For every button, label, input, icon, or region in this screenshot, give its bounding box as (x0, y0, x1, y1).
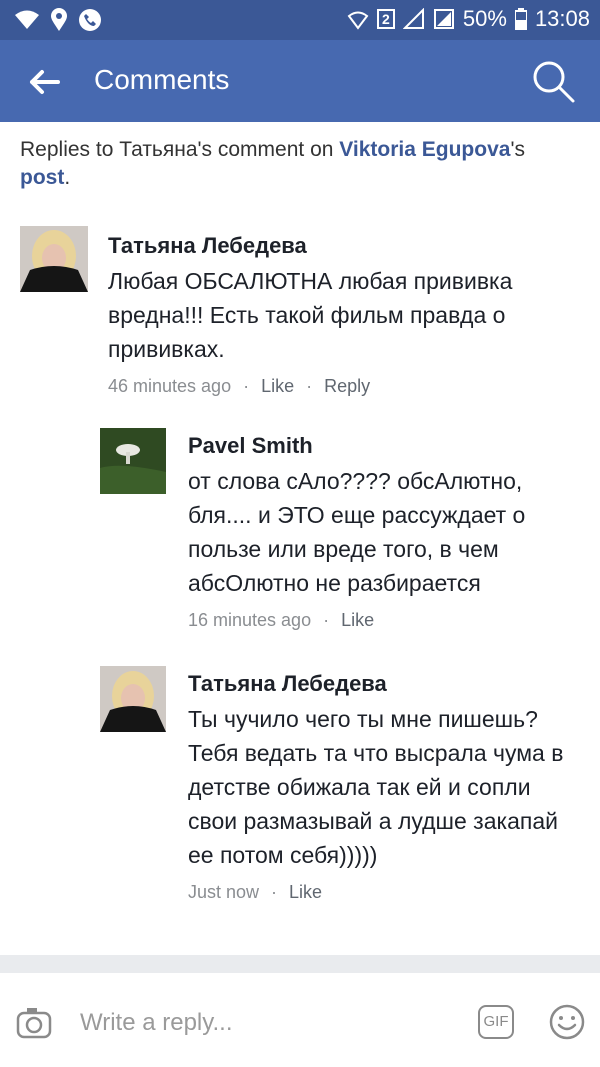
comment-text: от слова сАло???? обсАлютно, бля.... и Э… (188, 468, 526, 596)
like-button[interactable]: Like (341, 610, 374, 630)
post-link[interactable]: post (20, 166, 64, 189)
context-suffix: . (64, 166, 71, 189)
context-mid: 's (510, 138, 525, 161)
phone-call-icon (79, 9, 101, 31)
back-arrow-icon[interactable] (24, 62, 64, 102)
gif-button[interactable]: GIF (478, 1005, 514, 1039)
camera-icon[interactable] (16, 1006, 52, 1040)
search-icon[interactable] (530, 58, 576, 104)
like-button[interactable]: Like (289, 882, 322, 902)
comment-time: Just now (188, 882, 260, 902)
comment-meta: Just now · Like (188, 882, 323, 902)
status-bar: 2 50% 13:08 (0, 0, 600, 40)
comment-text: Любая ОБСАЛЮТНА любая прививка вредна!!!… (108, 268, 513, 362)
comment-author[interactable]: Татьяна Лебедева (188, 670, 578, 698)
divider (0, 955, 600, 973)
reply-button[interactable]: Reply (324, 376, 370, 396)
reply-composer: Write a reply... GIF (0, 973, 600, 1067)
wifi-icon (15, 10, 39, 29)
comment-meta: 46 minutes ago · Like · Reply (108, 376, 371, 396)
clock: 13:08 (534, 6, 590, 31)
cell-signal-icon (402, 8, 424, 29)
like-button[interactable]: Like (261, 376, 294, 396)
screenshot-icon (433, 9, 454, 29)
comment-meta: 16 minutes ago · Like (188, 610, 375, 630)
comment-time: 46 minutes ago (108, 376, 232, 396)
sim-badge: 2 (376, 9, 395, 29)
battery-percent: 50% (462, 6, 507, 31)
avatar[interactable] (20, 226, 88, 292)
comment-time: 16 minutes ago (188, 610, 312, 630)
comment-author[interactable]: Татьяна Лебедева (108, 232, 578, 260)
avatar[interactable] (100, 666, 166, 732)
comment-text: Ты чучило чего ты мне пишешь? Тебя ведат… (188, 706, 564, 868)
post-author-link[interactable]: Viktoria Egupova (339, 138, 510, 161)
battery-icon (514, 8, 527, 30)
page-title: Comments (94, 64, 230, 95)
avatar[interactable] (100, 428, 166, 494)
location-icon (51, 8, 67, 31)
reply-context: Replies to Татьяна's comment on Viktoria… (20, 136, 580, 192)
emoji-icon[interactable] (548, 1003, 586, 1041)
app-bar: Comments (0, 40, 600, 122)
context-prefix: Replies to Татьяна's comment on (20, 138, 340, 161)
wifi-signal-icon (347, 11, 369, 30)
comment-author[interactable]: Pavel Smith (188, 432, 578, 460)
reply-input[interactable]: Write a reply... (80, 1009, 232, 1037)
